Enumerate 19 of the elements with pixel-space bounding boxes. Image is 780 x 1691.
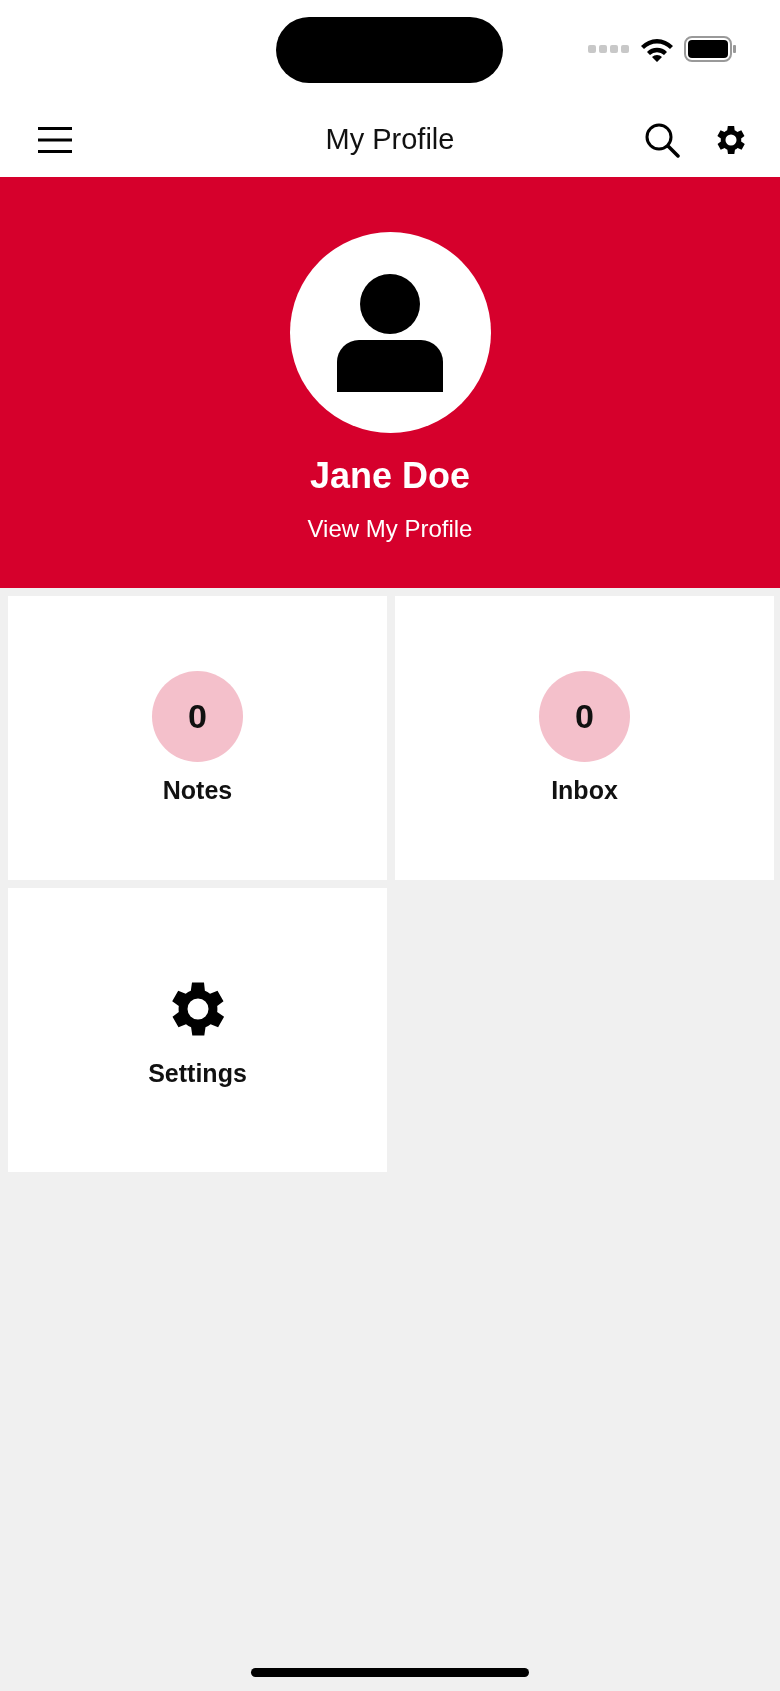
- signal-icon: [588, 45, 630, 53]
- count-badge: 0: [152, 671, 243, 762]
- profile-name: Jane Doe: [309, 455, 471, 497]
- page-title: My Profile: [324, 123, 456, 156]
- search-button[interactable]: [644, 121, 680, 158]
- menu-tile[interactable]: Settings: [8, 888, 387, 1172]
- wifi-icon: [640, 36, 674, 62]
- person-icon: [337, 273, 443, 392]
- tile-label: Notes: [162, 776, 233, 805]
- count-badge: 0: [539, 671, 630, 762]
- menu-tile[interactable]: 0 Inbox: [395, 596, 774, 880]
- menu-tile[interactable]: 0 Notes: [8, 596, 387, 880]
- tile-label: Inbox: [551, 776, 618, 805]
- search-icon: [644, 121, 680, 158]
- view-profile-link[interactable]: View My Profile: [307, 515, 473, 543]
- tile-label: Settings: [148, 1058, 247, 1088]
- menu-icon: [38, 125, 72, 154]
- battery-icon: [684, 36, 736, 62]
- menu-button[interactable]: [38, 125, 72, 154]
